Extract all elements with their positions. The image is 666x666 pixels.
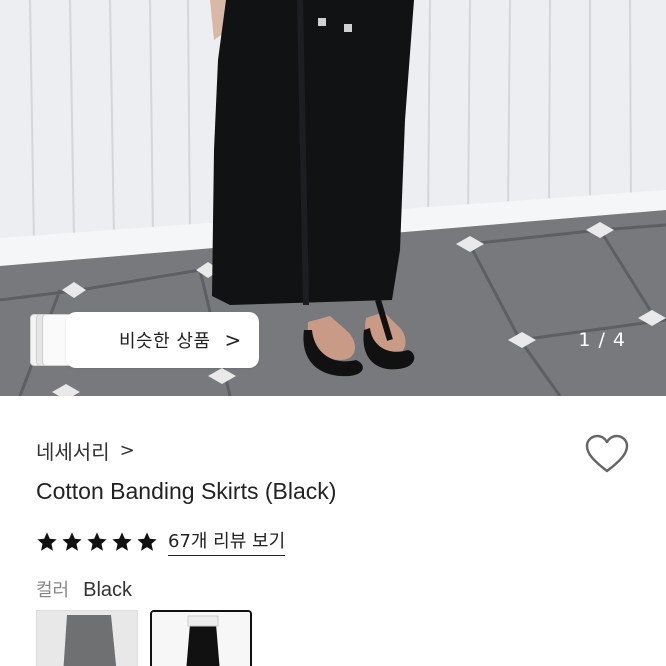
similar-products-pill[interactable]: 비슷한 상품 > — [66, 312, 259, 368]
swatch-gray-image — [37, 611, 137, 666]
wishlist-button[interactable] — [584, 434, 630, 474]
color-swatch-black[interactable] — [150, 610, 252, 666]
brand-name: 네세서리 — [36, 440, 110, 464]
heart-outline-icon — [585, 434, 629, 473]
rating-stars — [36, 531, 158, 553]
similar-products-thumbnails — [30, 312, 72, 368]
star-filled-icon — [87, 531, 107, 551]
rating-row: 67개 리뷰 보기 — [36, 527, 286, 556]
star-filled-icon — [62, 531, 82, 551]
color-label: 컬러 — [36, 580, 70, 601]
product-title: Cotton Banding Skirts (Black) — [36, 478, 337, 504]
star-filled-icon — [37, 531, 57, 551]
color-option-row: 컬러 Black — [36, 576, 132, 602]
color-swatch-gray[interactable] — [36, 610, 138, 666]
color-value: Black — [83, 579, 133, 601]
chevron-right-icon: > — [224, 328, 242, 352]
review-link[interactable]: 67개 리뷰 보기 — [168, 527, 286, 556]
swatch-black-image — [152, 612, 250, 666]
image-counter: 1 / 4 — [578, 329, 626, 351]
similar-products-label: 비슷한 상품 — [119, 331, 211, 352]
similar-products-button[interactable]: 비슷한 상품 > — [30, 312, 259, 368]
chevron-right-icon: > — [119, 440, 135, 461]
star-filled-icon — [137, 531, 157, 551]
product-image-gallery[interactable]: 비슷한 상품 > 1 / 4 — [0, 0, 666, 396]
star-filled-icon — [112, 531, 132, 551]
brand-link[interactable]: 네세서리 > — [36, 436, 135, 465]
